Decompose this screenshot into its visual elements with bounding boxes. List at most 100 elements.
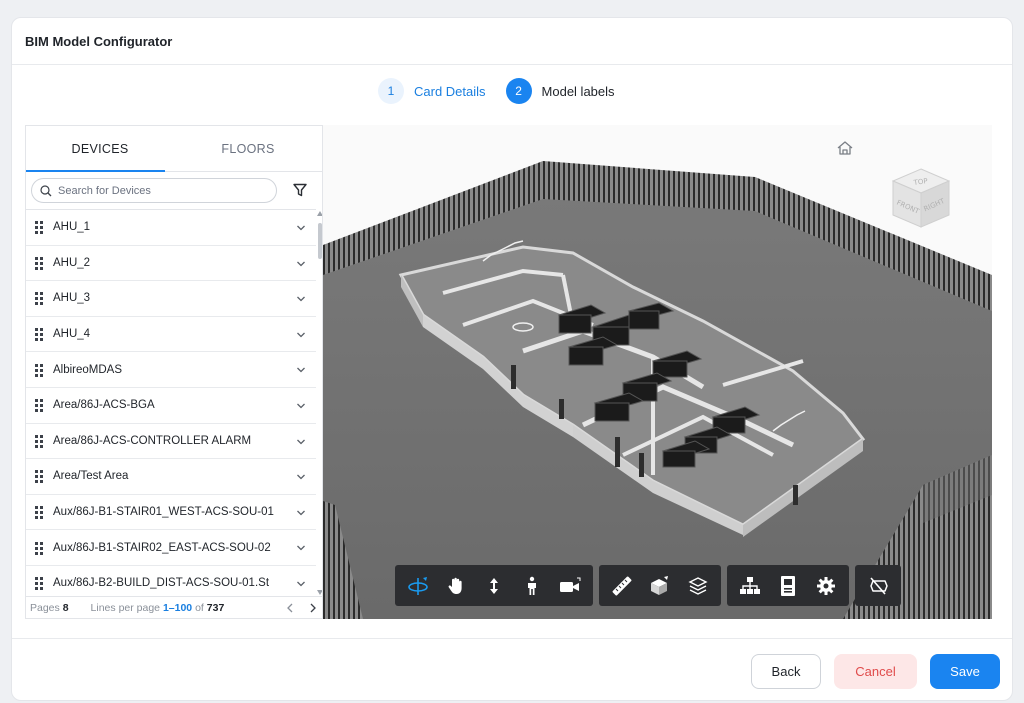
save-button[interactable]: Save [930,654,1000,689]
drag-handle-icon[interactable] [35,256,43,270]
chevron-down-icon[interactable] [296,579,306,589]
filter-icon[interactable] [292,182,308,198]
device-list-item[interactable]: Area/86J-ACS-CONTROLLER ALARM [26,424,316,460]
model-browser-icon [740,576,760,594]
measure-button[interactable] [603,569,641,603]
bim-3d-viewer[interactable]: TOP FRONT RIGHT [323,125,992,619]
chevron-down-icon[interactable] [296,223,306,233]
chevron-down-icon[interactable] [296,294,306,304]
drag-handle-icon[interactable] [35,363,43,377]
tab-devices[interactable]: DEVICES [26,126,174,171]
step-label-card-details: Card Details [414,83,486,99]
properties-icon [781,575,795,596]
drag-handle-icon[interactable] [35,328,43,342]
step-number-2: 2 [505,78,532,104]
device-list: AHU_1 AHU_2 AHU_3 AHU_4 AlbireoMDAS Area/86J-… [26,209,316,597]
viewcube[interactable]: TOP FRONT RIGHT [889,165,953,231]
step-card-details[interactable]: 1 Card Details [378,78,486,104]
pages-value: 8 [62,601,69,614]
hide-icon [870,576,888,595]
title-divider [12,64,1012,65]
pagination: Pages 8 Lines per page 1–100 of 737 [26,596,322,618]
drag-handle-icon[interactable] [35,506,43,520]
camera-button[interactable] [551,569,589,603]
drag-handle-icon[interactable] [35,577,43,591]
orbit-icon [408,576,428,595]
device-list-item[interactable]: Aux/86J-B1-STAIR01_WEST-ACS-SOU-01 [26,495,316,531]
device-label: Aux/86J-B1-STAIR02_EAST-ACS-SOU-02 [53,541,271,554]
drag-handle-icon[interactable] [35,470,43,484]
device-label: AHU_3 [53,292,91,305]
scroll-thumb[interactable] [318,223,322,259]
section-icon [651,575,668,595]
device-label: Area/86J-ACS-CONTROLLER ALARM [53,434,252,447]
stepper: 1 Card Details 2 Model labels [378,78,635,104]
page-range[interactable]: 1–100 [163,602,192,614]
chevron-down-icon[interactable] [296,365,306,375]
configurator-card: BIM Model Configurator 1 Card Details 2 … [11,17,1013,701]
tab-floors[interactable]: FLOORS [174,126,322,171]
dolly-icon [490,577,498,594]
layers-button[interactable] [679,569,717,603]
section-button[interactable] [641,569,679,603]
chevron-down-icon[interactable] [296,259,306,269]
device-label: Area/86J-ACS-BGA [53,399,155,412]
chevron-down-icon[interactable] [296,472,306,482]
first-person-icon [528,576,536,595]
toolbar-group-navigation [395,565,593,606]
device-label: Aux/86J-B1-STAIR01_WEST-ACS-SOU-01 [53,506,274,519]
settings-icon [817,576,835,595]
total-count: 737 [206,601,225,614]
search-input[interactable] [58,184,258,197]
device-panel: DEVICES FLOORS AHU_1 AHU_2 AHU_3 AHU_4 Albir… [25,125,323,619]
of-label: of [195,601,204,614]
cancel-button[interactable]: Cancel [834,654,917,689]
chevron-down-icon[interactable] [296,543,306,553]
chevron-left-icon[interactable] [285,602,295,614]
home-icon[interactable] [836,139,854,157]
camera-icon [560,577,581,592]
pan-button[interactable] [437,569,475,603]
search-icon [40,184,52,196]
device-list-item[interactable]: Area/Test Area [26,459,316,495]
device-list-item[interactable]: Area/86J-ACS-BGA [26,388,316,424]
lines-per-page-label: Lines per page [90,601,161,614]
chevron-down-icon[interactable] [296,330,306,340]
first-person-button[interactable] [513,569,551,603]
hide-button[interactable] [859,569,897,603]
device-list-item[interactable]: AHU_1 [26,210,316,246]
drag-handle-icon[interactable] [35,434,43,448]
device-list-scrollbar[interactable] [316,209,322,597]
device-list-item[interactable]: AHU_4 [26,317,316,353]
pan-icon [448,577,462,594]
device-list-item[interactable]: Aux/86J-B1-STAIR02_EAST-ACS-SOU-02 [26,530,316,566]
toolbar-group-visibility [855,565,901,606]
drag-handle-icon[interactable] [35,292,43,306]
settings-button[interactable] [807,569,845,603]
device-list-item[interactable]: AHU_3 [26,281,316,317]
device-list-item[interactable]: Aux/86J-B2-BUILD_DIST-ACS-SOU-01.St [26,566,316,597]
back-button[interactable]: Back [751,654,821,689]
dolly-button[interactable] [475,569,513,603]
page-title: BIM Model Configurator [25,34,173,49]
step-number-1: 1 [378,78,404,104]
orbit-button[interactable] [399,569,437,603]
toolbar-group-tools [599,565,721,606]
chevron-down-icon[interactable] [296,401,306,411]
pages-label: Pages [30,601,60,614]
chevron-down-icon[interactable] [296,437,306,447]
search-box [31,178,277,203]
properties-button[interactable] [769,569,807,603]
drag-handle-icon[interactable] [35,399,43,413]
device-label: AHU_4 [53,328,91,341]
drag-handle-icon[interactable] [35,541,43,555]
chevron-right-icon[interactable] [308,602,318,614]
device-list-item[interactable]: AHU_2 [26,246,316,282]
device-label: Area/Test Area [53,470,129,483]
drag-handle-icon[interactable] [35,221,43,235]
device-label: AHU_1 [53,221,91,234]
chevron-down-icon[interactable] [296,508,306,518]
step-model-labels[interactable]: 2 Model labels [505,78,615,104]
device-list-item[interactable]: AlbireoMDAS [26,352,316,388]
model-browser-button[interactable] [731,569,769,603]
